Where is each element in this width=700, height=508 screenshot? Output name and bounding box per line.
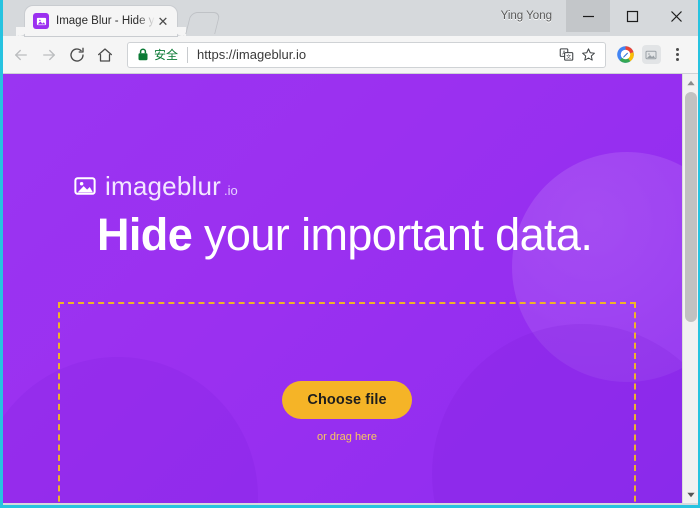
brand-name: imageblur — [105, 171, 221, 201]
choose-file-button[interactable]: Choose file — [282, 381, 412, 419]
svg-text:文: 文 — [566, 54, 571, 61]
browser-toolbar: 安全 https://imageblur.io A 文 — [3, 36, 698, 74]
extension-image-icon[interactable] — [638, 42, 664, 68]
extension-image-icon-inner — [641, 45, 661, 64]
window-caption-controls: Ying Yong — [487, 0, 698, 32]
forward-icon[interactable] — [35, 41, 63, 69]
address-bar[interactable]: 安全 https://imageblur.io A 文 — [127, 41, 606, 68]
extension-colored-icon[interactable] — [612, 42, 638, 68]
tab-favicon-image-icon — [33, 13, 49, 29]
reload-icon[interactable] — [63, 41, 91, 69]
minimize-button[interactable] — [566, 0, 610, 32]
omnibox-actions: A 文 — [555, 44, 599, 66]
browser-window: Image Blur - Hide your i ✕ Ying Yong — [0, 0, 700, 508]
headline-strong: Hide — [97, 209, 193, 260]
site-logo[interactable]: imageblur .io — [74, 173, 238, 199]
star-icon[interactable] — [577, 44, 599, 66]
tab-close-icon[interactable]: ✕ — [155, 13, 171, 29]
file-dropzone[interactable]: Choose file or drag here — [58, 302, 636, 503]
profile-name-label: Ying Yong — [500, 10, 552, 22]
page-viewport: imageblur .io Hide your important data. … — [3, 74, 698, 503]
translate-icon[interactable]: A 文 — [555, 44, 577, 66]
scrollbar-thumb[interactable] — [685, 92, 697, 322]
menu-dots — [675, 48, 679, 61]
dropzone-content: Choose file or drag here — [60, 381, 634, 443]
tab-title: Image Blur - Hide your i — [56, 15, 155, 27]
scroll-up-arrow[interactable] — [683, 74, 698, 91]
omnibox-divider — [187, 46, 189, 63]
lock-icon — [137, 48, 149, 61]
headline-light: your important data. — [192, 209, 593, 260]
new-tab-button[interactable] — [185, 12, 221, 34]
brand-tld: .io — [223, 183, 238, 198]
security-status-label: 安全 — [154, 48, 179, 62]
page-scrollbar[interactable] — [682, 74, 698, 503]
back-icon[interactable] — [7, 41, 35, 69]
three-dot-menu-icon[interactable] — [664, 42, 690, 68]
scroll-down-arrow[interactable] — [683, 486, 698, 503]
maximize-button[interactable] — [610, 0, 654, 32]
url-text: https://imageblur.io — [197, 47, 307, 62]
tab-strip: Image Blur - Hide your i ✕ Ying Yong — [3, 0, 698, 36]
drag-hint-label: or drag here — [317, 431, 377, 443]
browser-tab[interactable]: Image Blur - Hide your i ✕ — [16, 6, 186, 36]
image-logo-icon — [74, 177, 96, 195]
imageblur-landing-page: imageblur .io Hide your important data. … — [3, 74, 682, 503]
close-button[interactable] — [654, 0, 698, 32]
home-icon[interactable] — [91, 41, 119, 69]
page-headline: Hide your important data. — [97, 209, 593, 260]
